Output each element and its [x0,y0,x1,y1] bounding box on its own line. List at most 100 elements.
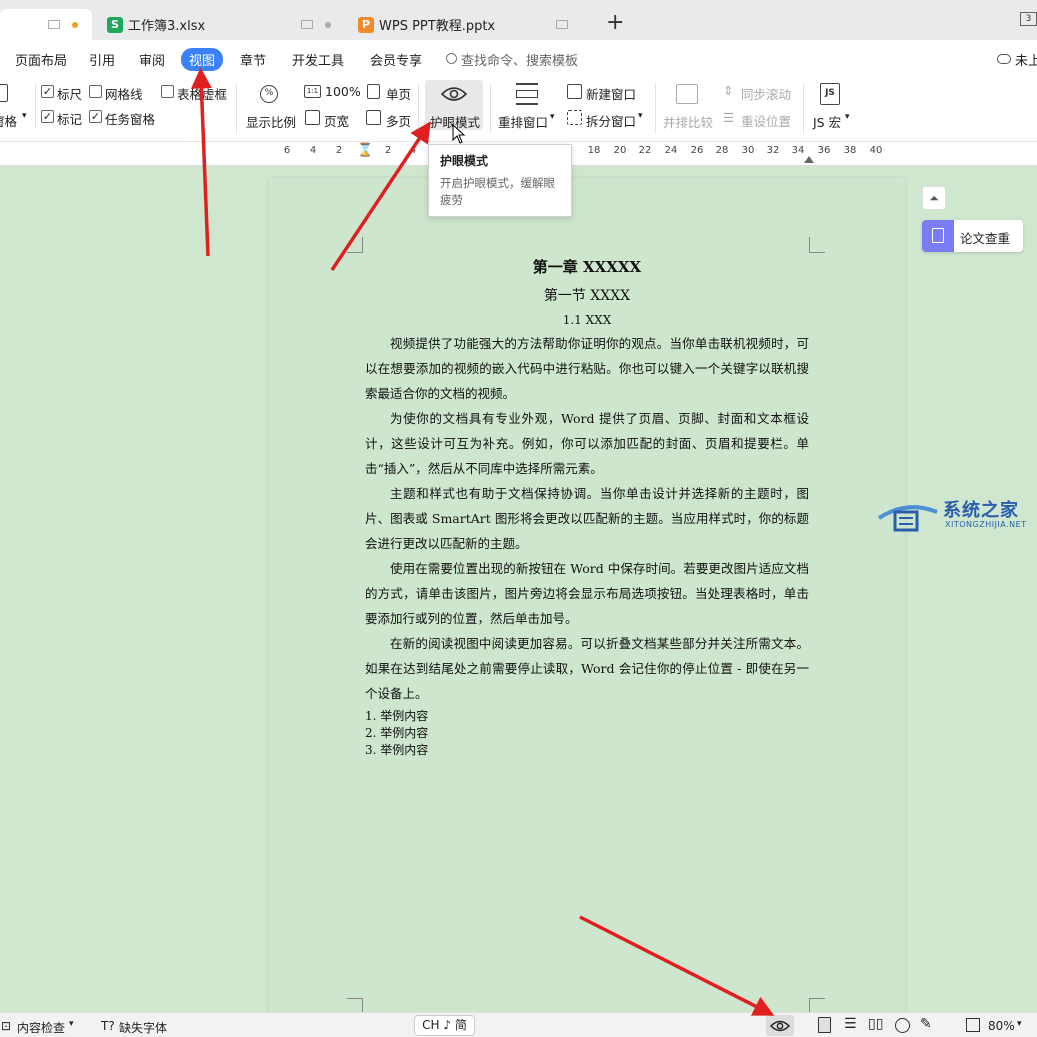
checkbox-task-pane-label: 任务窗格 [105,112,156,127]
collapse-panel-button[interactable]: ⏶ [922,186,946,210]
ruler-tick: 24 [664,145,678,156]
page-view-icon[interactable] [818,1017,831,1033]
indent-marker-icon[interactable]: ⌛ [357,143,373,163]
tab-bar: S 工作簿3.xlsx P WPS PPT教程.pptx + 3 [0,0,1037,40]
actual-size-icon: 1:1 [304,85,321,98]
tab-current-document[interactable] [0,9,92,40]
section-heading: 第一节 XXXX [543,288,631,304]
new-window-button[interactable]: 新建窗口 [586,84,636,103]
ruler-tick: 32 [766,145,780,156]
zoom-button[interactable]: 显示比例 [246,112,296,131]
ruler-tick: 34 [791,145,805,156]
command-search-input[interactable]: 查找命令、搜索模板 [461,50,578,69]
margin-corner-mark [347,237,363,253]
dropdown-arrow-icon: ▾ [550,112,555,122]
dropdown-arrow-icon: ▾ [22,111,27,121]
search-icon [446,53,457,64]
menu-references[interactable]: 引用 [89,50,115,69]
input-language-indicator[interactable]: CH ♪ 简 [414,1015,475,1036]
ruler-tick: 30 [741,145,755,156]
body-paragraph: 视频提供了功能强大的方法帮助你证明你的观点。当你单击联机视频时，可以在想要添加的… [365,336,809,401]
menu-member[interactable]: 会员专享 [370,50,422,69]
reset-position-button[interactable]: 重设位置 [741,111,791,130]
mouse-cursor-icon [452,124,466,144]
monitor-icon [48,20,60,29]
ruler-tick: 22 [638,145,652,156]
page-width-button[interactable]: 页宽 [324,111,349,130]
menu-review[interactable]: 审阅 [139,50,165,69]
ruler-tick: 26 [690,145,704,156]
checkbox-table-gridlines[interactable] [161,85,174,98]
outline-view-icon[interactable]: ☰ [844,1016,857,1032]
compare-button[interactable]: 并排比较 [663,112,713,131]
new-tab-button[interactable]: + [606,10,624,35]
ruler-tick: 2 [335,145,343,156]
zoom-100-button[interactable]: 100% [325,84,361,99]
document-page[interactable]: 第一章 XXXXX 第一节 XXXX 1.1 XXX 视频提供了功能强大的方法帮… [269,178,905,1018]
body-paragraph: 使用在需要位置出现的新按钮在 Word 中保存时间。若要更改图片适应文档的方式，… [365,561,809,626]
ribbon-view: 窗格 ▾ ✓ 标尺 网格线 表格虚框 ✓ 标记 ✓ 任务窗格 % 显示比例 1:… [0,78,1037,142]
dropdown-arrow-icon: ▾ [638,111,643,121]
menu-chapter[interactable]: 章节 [240,50,266,69]
eye-mode-status-button[interactable] [766,1015,794,1036]
eye-icon [441,87,467,101]
checkbox-marks[interactable]: ✓ [41,110,54,123]
tab-ppt[interactable]: P WPS PPT教程.pptx [348,9,598,40]
eye-mode-button[interactable]: 护眼模式 [425,80,483,130]
watermark-name: 系统之家 [943,500,1019,521]
ribbon-separator [418,84,419,134]
cloud-status[interactable]: 未上 [1015,50,1037,69]
watermark-url: XITONGZHIJIA.NET [945,520,1027,529]
list-item: 2. 举例内容 [365,726,429,740]
page-width-icon [305,110,320,125]
ruler-tick: 4 [409,145,417,156]
tab-label: WPS PPT教程.pptx [379,19,496,34]
checkbox-table-gridlines-label: 表格虚框 [177,87,228,102]
content-check-button[interactable]: 内容检查 [17,1019,65,1036]
eye-icon [770,1020,790,1032]
thesis-check-button[interactable]: 论文查重 [922,220,1023,252]
tab-workbook[interactable]: S 工作簿3.xlsx [99,9,339,40]
ruler-tick: 38 [843,145,857,156]
new-window-icon [567,84,582,99]
dropdown-arrow-icon: ▾ [845,112,850,122]
watermark-logo-icon [877,505,938,532]
body-paragraph: 主题和样式也有助于文档保持协调。当你单击设计并选择新的主题时，图片、图表或 Sm… [365,486,809,551]
missing-fonts-button[interactable]: 缺失字体 [119,1019,167,1036]
dropdown-arrow-icon: ▾ [69,1019,74,1029]
thesis-check-label: 论文查重 [960,231,1011,246]
checkbox-ruler[interactable]: ✓ [41,85,54,98]
zoom-level[interactable]: 80% [988,1019,1015,1033]
list-item: 1. 举例内容 [365,709,429,723]
sync-scroll-button[interactable]: 同步滚动 [741,84,791,103]
multi-page-button[interactable]: 多页 [386,111,411,130]
presentation-icon: P [358,16,374,33]
ruler-tick: 6 [283,145,291,156]
nav-pane-icon[interactable] [0,84,8,102]
menu-page-layout[interactable]: 页面布局 [15,50,67,69]
checkbox-task-pane[interactable]: ✓ [89,110,102,123]
reading-view-icon[interactable]: ▯▯ [868,1016,883,1032]
menu-developer[interactable]: 开发工具 [292,50,344,69]
rearrange-window-button[interactable]: 重排窗口 [498,112,548,131]
js-macro-icon: JS [820,83,840,105]
monitor-icon [301,20,313,29]
nav-pane-separator [35,84,36,128]
write-mode-icon[interactable]: ✎ [920,1016,932,1032]
split-window-button[interactable]: 拆分窗口 [586,111,636,130]
single-page-button[interactable]: 单页 [386,84,411,103]
checkbox-gridlines[interactable] [89,85,102,98]
multi-page-icon [366,110,381,125]
list-item: 3. 举例内容 [365,743,429,757]
right-indent-marker-icon[interactable] [804,156,814,163]
ruler-tick: 36 [817,145,831,156]
window-count-badge[interactable]: 3 [1020,12,1037,26]
menu-view[interactable]: 视图 [181,48,224,71]
web-view-icon[interactable] [895,1018,910,1033]
tooltip-description: 开启护眼模式，缓解眼疲劳 [440,176,555,207]
js-macro-button[interactable]: JS 宏 [813,112,841,131]
fit-page-icon[interactable] [966,1018,980,1032]
nav-pane-button[interactable]: 窗格 [0,111,17,130]
ribbon-separator [655,84,656,134]
document-workspace[interactable]: 第一章 XXXXX 第一节 XXXX 1.1 XXX 视频提供了功能强大的方法帮… [0,166,1037,1018]
